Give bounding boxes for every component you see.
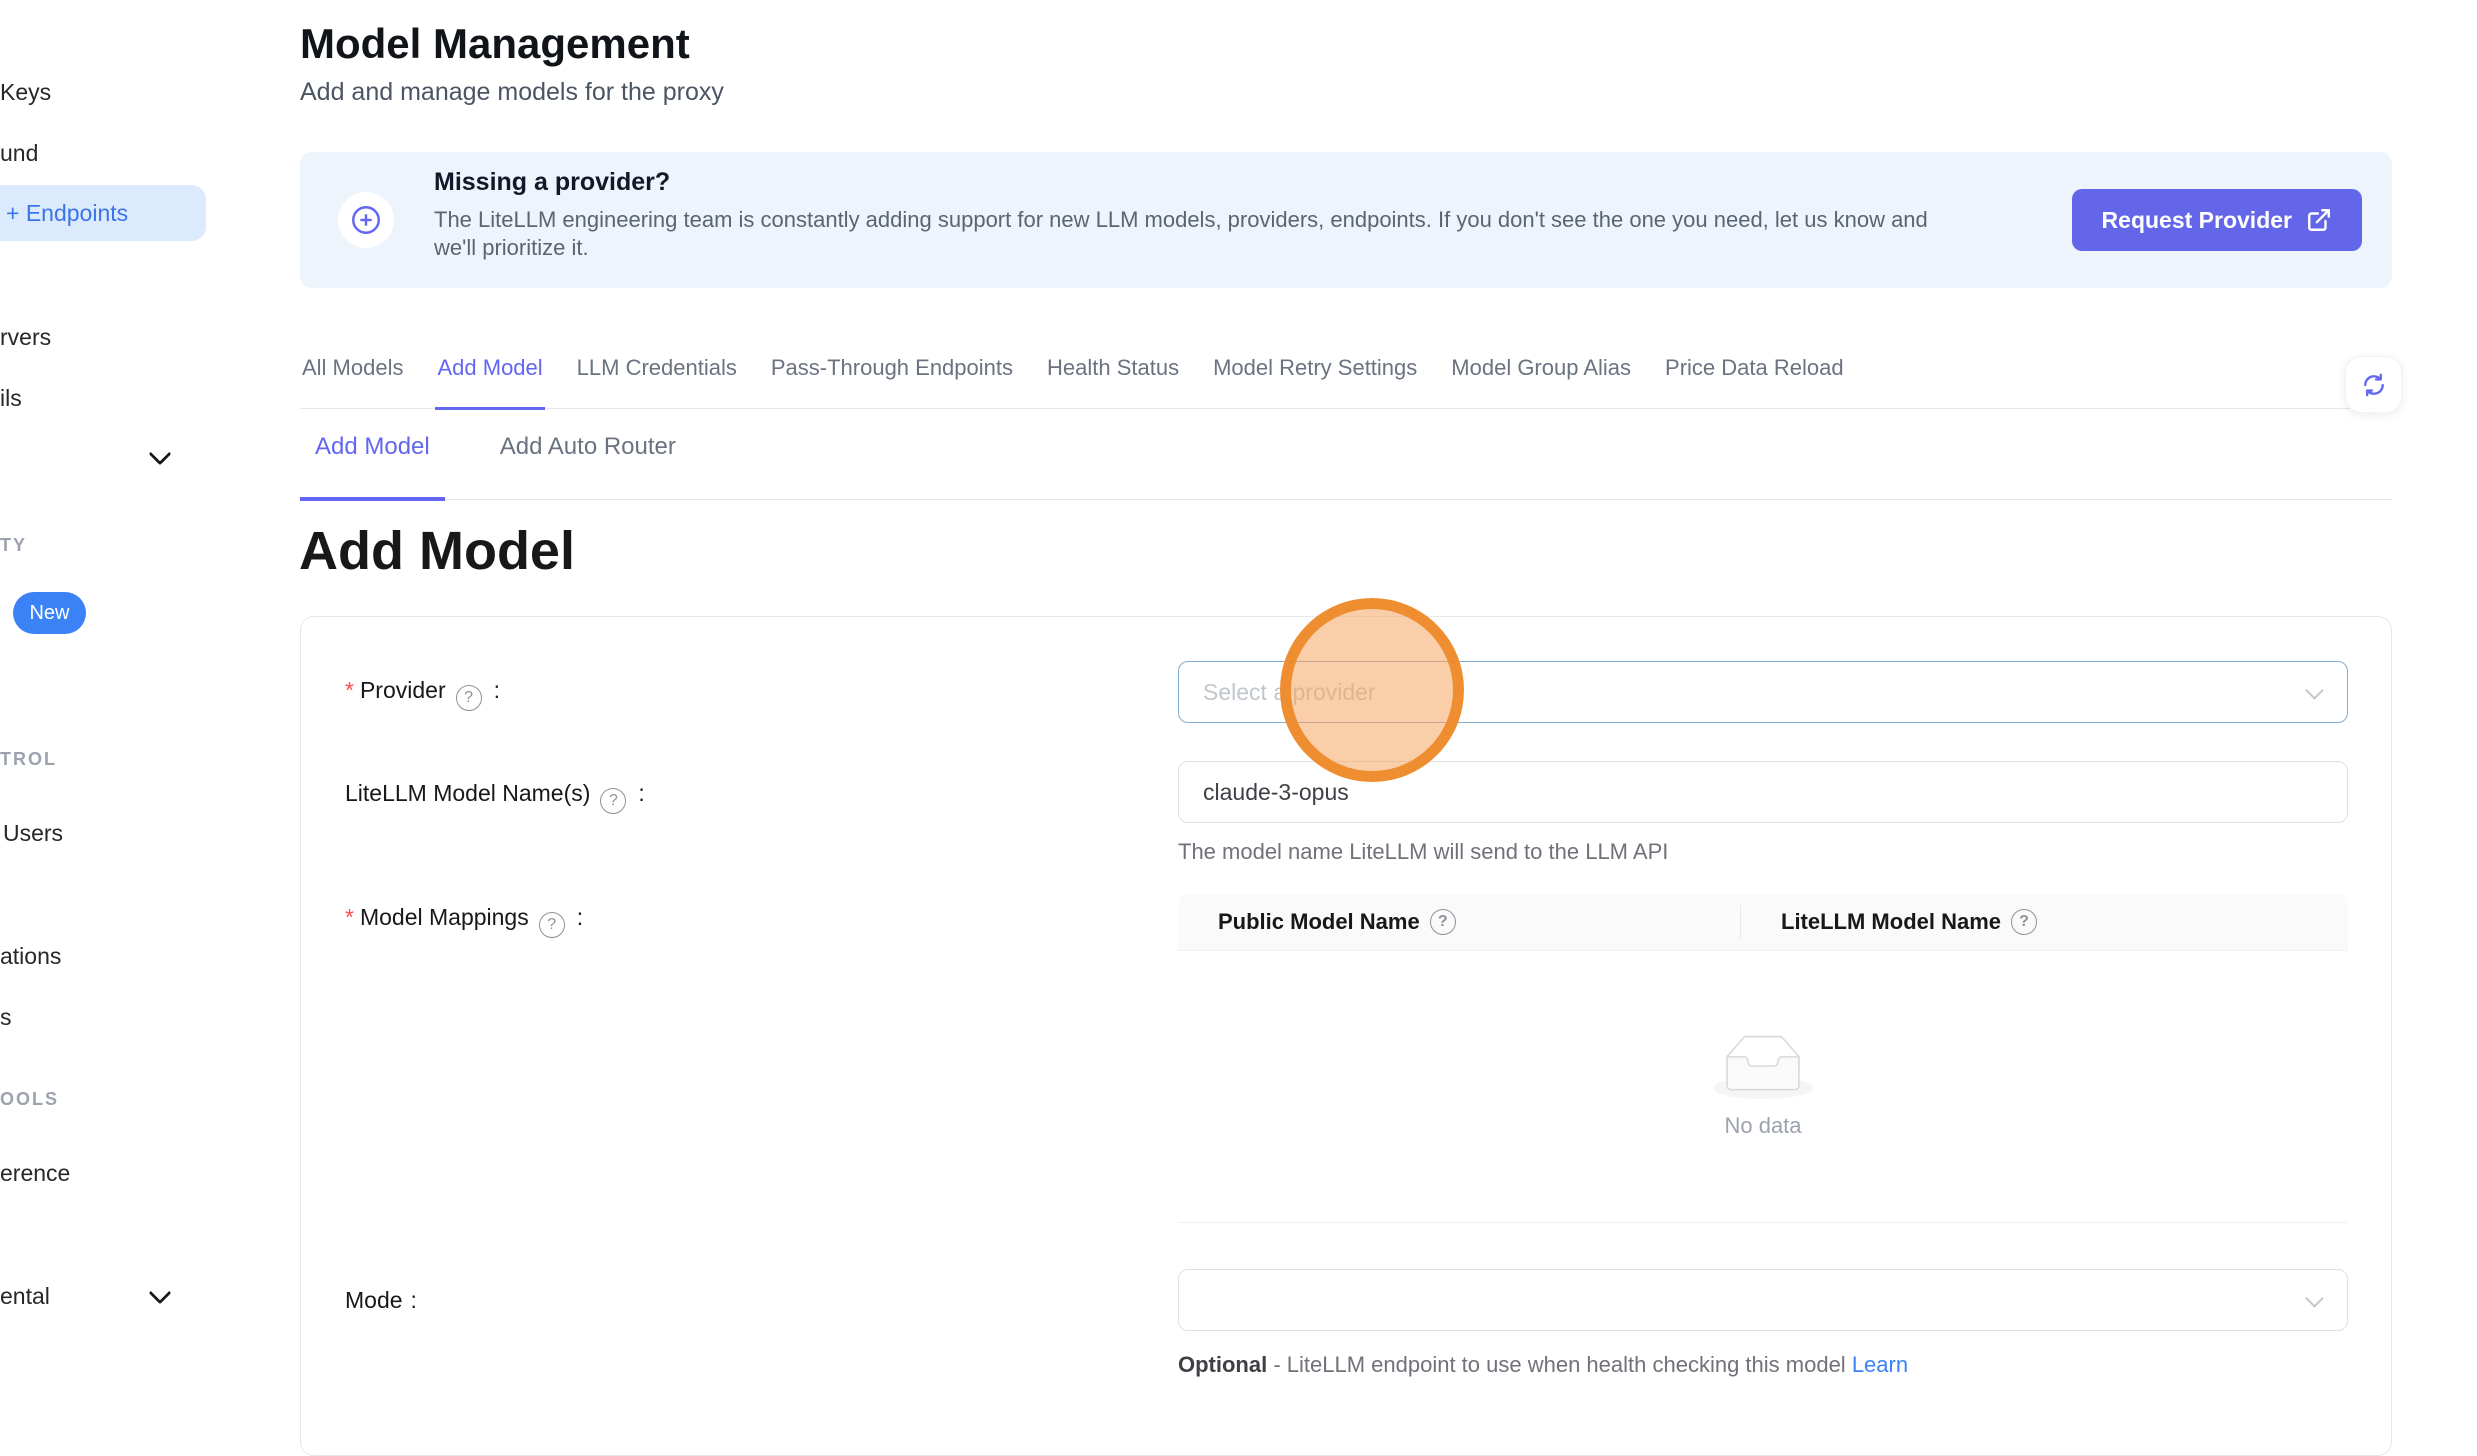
chevron-down-icon[interactable]	[149, 1282, 172, 1305]
page-title: Model Management	[300, 20, 690, 68]
tab-llm-credentials[interactable]: LLM Credentials	[575, 355, 739, 408]
sidebar-item-guardrails[interactable]: ils	[0, 383, 22, 413]
help-icon[interactable]: ?	[456, 685, 482, 711]
tab-model-retry-settings[interactable]: Model Retry Settings	[1211, 355, 1419, 408]
model-name-label: LiteLLM Model Name(s)?:	[345, 778, 645, 814]
provider-label: *Provider?:	[345, 675, 500, 711]
subtab-add-model[interactable]: Add Model	[300, 432, 445, 501]
empty-inbox-icon	[1713, 1035, 1813, 1099]
chevron-down-icon[interactable]	[149, 443, 172, 466]
add-model-form-card: *Provider?: Select a provider LiteLLM Mo…	[300, 616, 2392, 1456]
sidebar-item-keys[interactable]: Keys	[0, 77, 51, 107]
help-icon[interactable]: ?	[600, 788, 626, 814]
chevron-down-icon	[2305, 1289, 2323, 1307]
add-model-subtabs: Add Model Add Auto Router	[300, 432, 2392, 500]
sidebar-item-models-endpoints[interactable]: + Endpoints	[0, 185, 206, 241]
col-public-model-name: Public Model Name?	[1178, 909, 1740, 935]
provider-select[interactable]: Select a provider	[1178, 661, 2348, 723]
required-asterisk: *	[345, 904, 354, 930]
tab-pass-through-endpoints[interactable]: Pass-Through Endpoints	[769, 355, 1015, 408]
learn-link[interactable]: Learn	[1852, 1352, 1908, 1377]
model-tabs: All Models Add Model LLM Credentials Pas…	[300, 355, 2392, 409]
tab-all-models[interactable]: All Models	[300, 355, 405, 408]
mode-help: Optional - LiteLLM endpoint to use when …	[1178, 1352, 1908, 1378]
required-asterisk: *	[345, 677, 354, 703]
external-link-icon	[2306, 207, 2332, 233]
model-name-input[interactable]: claude-3-opus	[1178, 761, 2348, 823]
help-icon[interactable]: ?	[539, 912, 565, 938]
model-name-value: claude-3-opus	[1203, 779, 1349, 806]
col-litellm-model-name: LiteLLM Model Name?	[1741, 909, 2047, 935]
mode-help-bold: Optional	[1178, 1352, 1267, 1377]
sidebar-item-teams[interactable]: s	[0, 1002, 12, 1032]
table-empty-state: No data	[1178, 951, 2348, 1223]
sidebar-section-header: TY	[0, 533, 27, 557]
tab-model-group-alias[interactable]: Model Group Alias	[1449, 355, 1633, 408]
tab-add-model[interactable]: Add Model	[435, 355, 544, 410]
sidebar-item-servers[interactable]: rvers	[0, 322, 51, 352]
sidebar-item-playground[interactable]: und	[0, 138, 38, 168]
mode-label: Mode:	[345, 1285, 417, 1315]
model-name-help: The model name LiteLLM will send to the …	[1178, 839, 1668, 865]
sidebar-item-experimental[interactable]: ental	[0, 1281, 50, 1311]
help-icon[interactable]: ?	[2011, 909, 2037, 935]
refresh-button[interactable]	[2345, 356, 2402, 413]
sidebar-item-organizations[interactable]: ations	[0, 941, 61, 971]
subtab-add-auto-router[interactable]: Add Auto Router	[485, 432, 691, 499]
table-header: Public Model Name? LiteLLM Model Name?	[1178, 894, 2348, 951]
model-mappings-table: Public Model Name? LiteLLM Model Name? N…	[1178, 894, 2348, 1223]
sidebar-item-users[interactable]: Users	[3, 818, 63, 848]
mode-select[interactable]	[1178, 1269, 2348, 1331]
provider-placeholder: Select a provider	[1203, 679, 1376, 706]
form-heading: Add Model	[299, 520, 575, 582]
tab-health-status[interactable]: Health Status	[1045, 355, 1181, 408]
banner-body-line2: we'll prioritize it.	[434, 234, 589, 262]
new-badge: New	[13, 592, 86, 634]
model-mappings-label: *Model Mappings?:	[345, 902, 583, 938]
banner-title: Missing a provider?	[434, 168, 670, 197]
no-data-text: No data	[1724, 1113, 1801, 1139]
sidebar-section-header: OOLS	[0, 1087, 59, 1111]
tab-price-data-reload[interactable]: Price Data Reload	[1663, 355, 1846, 408]
page-subtitle: Add and manage models for the proxy	[300, 78, 724, 107]
sidebar: Keys und + Endpoints rvers ils TY New TR…	[0, 0, 229, 1385]
banner-body-line1: The LiteLLM engineering team is constant…	[434, 206, 1928, 234]
sidebar-section-header: TROL	[0, 747, 57, 771]
sidebar-item-inference[interactable]: erence	[0, 1158, 70, 1188]
request-provider-label: Request Provider	[2102, 207, 2292, 234]
refresh-icon	[2360, 371, 2388, 399]
chevron-down-icon	[2305, 681, 2323, 699]
help-icon[interactable]: ?	[1430, 909, 1456, 935]
missing-provider-banner: Missing a provider? The LiteLLM engineer…	[300, 152, 2392, 288]
plus-circle-icon	[338, 192, 394, 248]
request-provider-button[interactable]: Request Provider	[2072, 189, 2362, 251]
sidebar-item-label: + Endpoints	[0, 200, 128, 227]
